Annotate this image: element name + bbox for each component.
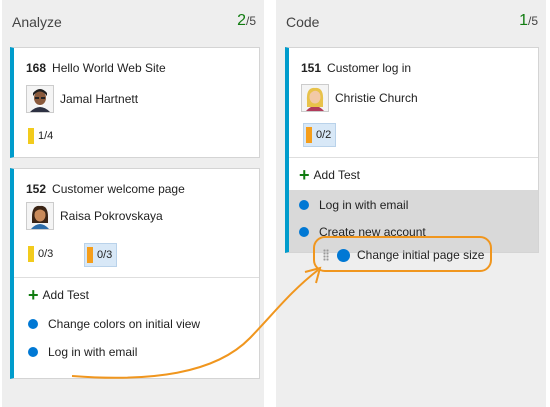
bug-count: 0/3 [97, 249, 113, 261]
column-header: Analyze 2/5 [2, 0, 264, 42]
bug-progress[interactable]: 0/3 [84, 243, 118, 267]
assignee-name[interactable]: Jamal Hartnett [60, 92, 138, 106]
add-test-label: Add Test [42, 288, 89, 302]
bug-bar [87, 247, 93, 263]
plus-icon: + [28, 285, 39, 305]
test-status-icon [28, 347, 38, 357]
wip-limit: /5 [245, 14, 256, 28]
avatar-raisa [26, 202, 54, 230]
assignee-name[interactable]: Christie Church [335, 91, 418, 105]
card-id[interactable]: 152 [26, 182, 46, 196]
task-count: 0/3 [38, 248, 54, 260]
wip-current: 2 [237, 12, 246, 29]
test-label: Log in with email [319, 198, 409, 212]
test-label: Change colors on initial view [48, 317, 201, 331]
kanban-board: Analyze 2/5 168 Hello World Web Site Jama… [0, 0, 550, 407]
card-title-row: 151 Customer log in [301, 61, 411, 75]
test-item[interactable]: Log in with email [299, 198, 408, 212]
add-test-button[interactable]: + Add Test [299, 165, 360, 185]
assignee-row: Jamal Hartnett [26, 85, 138, 113]
card-title-row: 168 Hello World Web Site [26, 61, 166, 75]
task-progress[interactable]: 1/4 [28, 125, 53, 147]
column-header: Code 1/5 [276, 0, 546, 42]
avatar-christie [301, 84, 329, 112]
dragged-test-item[interactable]: Change initial page size [313, 236, 492, 272]
wip-limit: /5 [527, 14, 538, 28]
wip-count: 2/5 [237, 12, 256, 30]
card-151[interactable]: 151 Customer log in Christie Church 0/2 +… [285, 47, 539, 253]
test-item[interactable]: Change colors on initial view [28, 317, 200, 331]
card-152[interactable]: 152 Customer welcome page Raisa Pokrovska… [10, 168, 260, 379]
card-168[interactable]: 168 Hello World Web Site Jamal Hartnett 1… [10, 47, 260, 158]
card-title[interactable]: Customer log in [327, 61, 411, 75]
column-title: Code [286, 14, 320, 30]
plus-icon: + [299, 165, 310, 185]
card-title-row: 152 Customer welcome page [26, 182, 185, 196]
divider [289, 157, 538, 158]
column-divider [266, 0, 274, 407]
card-title[interactable]: Hello World Web Site [52, 61, 166, 75]
card-title[interactable]: Customer welcome page [52, 182, 185, 196]
dragged-test-label: Change initial page size [357, 248, 485, 262]
column-title: Analyze [12, 14, 62, 30]
task-bar [306, 127, 312, 143]
test-status-icon [299, 227, 309, 237]
test-status-icon [28, 319, 38, 329]
assignee-row: Raisa Pokrovskaya [26, 202, 163, 230]
task-progress[interactable]: 0/2 [303, 123, 337, 147]
divider [14, 277, 259, 278]
test-item[interactable]: Log in with email [28, 345, 137, 359]
task-bar [28, 246, 34, 262]
test-label: Log in with email [48, 345, 138, 359]
column-code: Code 1/5 151 Customer log in Christie Chu… [276, 0, 546, 407]
assignee-name[interactable]: Raisa Pokrovskaya [60, 209, 163, 223]
assignee-row: Christie Church [301, 84, 418, 112]
test-status-icon [337, 249, 350, 262]
avatar-jamal [26, 85, 54, 113]
wip-current: 1 [519, 12, 528, 29]
task-count: 0/2 [316, 129, 332, 141]
test-status-icon [299, 200, 309, 210]
task-progress[interactable]: 0/3 [28, 243, 53, 265]
add-test-button[interactable]: + Add Test [28, 285, 89, 305]
task-count: 1/4 [38, 130, 54, 142]
drag-handle-icon[interactable] [323, 249, 329, 261]
card-id[interactable]: 168 [26, 61, 46, 75]
task-bar [28, 128, 34, 144]
column-analyze: Analyze 2/5 168 Hello World Web Site Jama… [2, 0, 264, 407]
wip-count: 1/5 [519, 12, 538, 30]
card-id[interactable]: 151 [301, 61, 321, 75]
add-test-label: Add Test [313, 168, 360, 182]
